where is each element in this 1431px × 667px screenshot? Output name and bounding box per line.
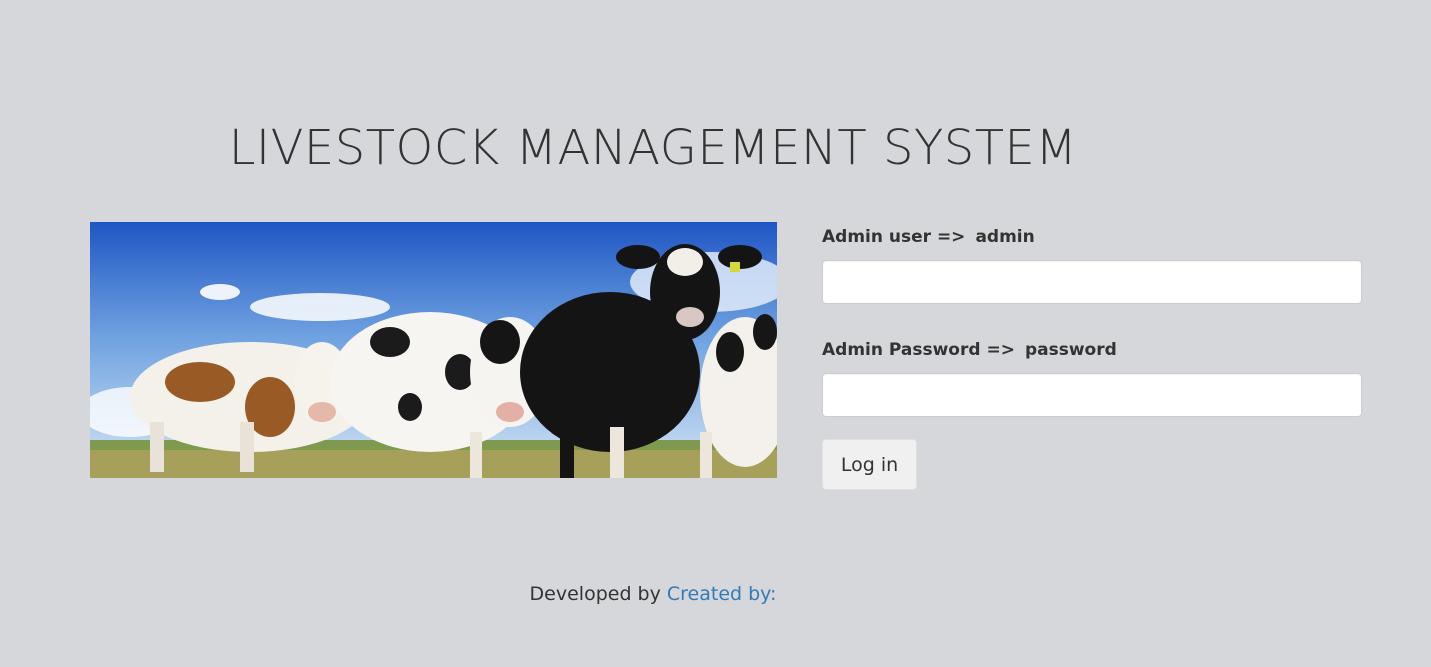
username-input[interactable]: [822, 260, 1362, 304]
footer: Developed by Created by:: [0, 580, 1306, 608]
username-label-text: Admin user =>: [822, 227, 966, 247]
password-input[interactable]: [822, 373, 1362, 417]
password-label: Admin Password => password: [822, 335, 1362, 365]
login-form: Admin user => admin Admin Password => pass…: [822, 222, 1362, 490]
password-label-text: Admin Password =>: [822, 340, 1015, 360]
password-hint: password: [1024, 340, 1117, 360]
username-hint: admin: [975, 227, 1035, 247]
username-label: Admin user => admin: [822, 222, 1362, 252]
hero-image-cows: [90, 222, 777, 478]
login-button[interactable]: Log in: [822, 439, 917, 490]
footer-credit-link[interactable]: Created by:: [667, 583, 777, 605]
page-title: LIVESTOCK MANAGEMENT SYSTEM: [228, 120, 1078, 176]
footer-prefix: Developed by: [529, 583, 661, 605]
